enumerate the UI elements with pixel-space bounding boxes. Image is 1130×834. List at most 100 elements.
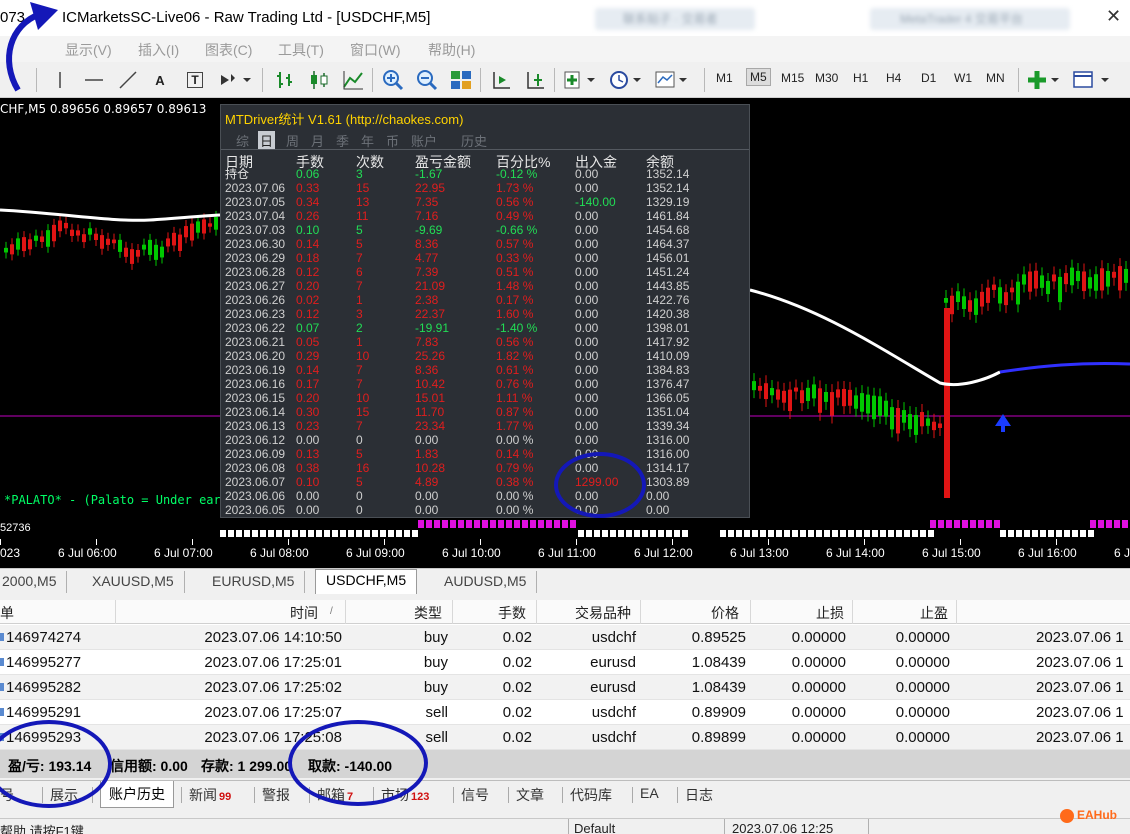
ribbon-block <box>954 520 960 528</box>
terminal-tab[interactable]: 邮箱 7 <box>317 785 353 805</box>
chart-tab-eurusd[interactable]: EURUSD,M5 <box>202 571 306 593</box>
timeframe-h1[interactable]: H1 <box>853 71 868 85</box>
stats-cell-lots: 0.29 <box>296 349 320 363</box>
candle-body <box>1028 271 1032 292</box>
stats-cell-lots: 0.07 <box>296 321 320 335</box>
text-label-tool-icon[interactable]: T <box>184 68 206 92</box>
candle-body <box>932 421 936 431</box>
stats-cell-date: 2023.06.14 <box>225 405 286 419</box>
stats-tab-account[interactable]: 账户 <box>411 131 437 150</box>
terminal-tab[interactable]: 代码库 <box>570 785 612 805</box>
col-lots[interactable]: 手数 <box>498 603 526 623</box>
terminal-tab[interactable]: 新闻 99 <box>189 785 231 805</box>
column-divider <box>345 600 346 624</box>
arrows-tool-icon[interactable] <box>216 68 252 92</box>
terminal-tab-label: 号 <box>0 787 14 803</box>
chart-tab-audusd[interactable]: AUDUSD,M5 <box>434 571 538 593</box>
table-row[interactable]: 146995277 2023.07.06 17:25:01 buy 0.02 eurus… <box>0 650 1130 675</box>
table-row[interactable]: 146995291 2023.07.06 17:25:07 sell 0.02 usdc… <box>0 700 1130 725</box>
stats-cell-pct: 1.11 % <box>496 391 533 405</box>
stats-cell-pct: 0.76 % <box>496 377 534 391</box>
stats-cell-pnl: -9.69 <box>415 223 443 237</box>
candle-body <box>998 287 1002 304</box>
tile-windows-icon[interactable] <box>448 68 474 92</box>
terminal-tab[interactable]: 号 <box>0 785 14 805</box>
tab-divider <box>373 787 374 803</box>
horizontal-line-tool-icon[interactable] <box>84 68 104 92</box>
terminal-tab[interactable]: EA <box>640 785 659 801</box>
stats-tab-summary[interactable]: 综 <box>236 131 249 150</box>
timeframe-w1[interactable]: W1 <box>954 71 972 85</box>
cell-lots: 0.02 <box>502 654 532 671</box>
periods-clock-icon[interactable] <box>608 68 644 92</box>
timeframe-d1[interactable]: D1 <box>921 71 936 85</box>
stats-tab-monthly[interactable]: 月 <box>311 131 324 150</box>
terminal-tab[interactable]: 市场 123 <box>381 785 429 805</box>
timeframe-mn[interactable]: MN <box>986 71 1005 85</box>
order-icon <box>0 633 4 641</box>
templates-icon[interactable] <box>654 68 690 92</box>
order-icon <box>0 708 4 716</box>
trendline-tool-icon[interactable] <box>117 68 139 92</box>
table-row[interactable]: 146995282 2023.07.06 17:25:02 buy 0.02 eurus… <box>0 675 1130 700</box>
timeframe-m15[interactable]: M15 <box>781 71 804 85</box>
col-type[interactable]: 类型 <box>414 603 442 623</box>
auto-scroll-icon[interactable] <box>488 68 514 92</box>
candle-body <box>800 390 804 404</box>
timeframe-m5[interactable]: M5 <box>746 68 771 86</box>
terminal-tab[interactable]: 文章 <box>516 785 544 805</box>
stats-tab-quarterly[interactable]: 季 <box>336 131 349 150</box>
tab-divider <box>42 787 43 803</box>
menu-insert[interactable]: 插入(I) <box>138 40 179 60</box>
menu-charts[interactable]: 图表(C) <box>205 40 252 60</box>
menu-tools[interactable]: 工具(T) <box>278 40 324 60</box>
time-axis-label: 6 Jul 16:00 <box>1018 546 1077 560</box>
stats-tab-history[interactable]: 历史 <box>461 131 487 150</box>
terminal-tab[interactable]: 警报 <box>262 785 290 805</box>
timeframe-h4[interactable]: H4 <box>886 71 901 85</box>
stats-cell-date: 2023.07.05 <box>225 195 286 209</box>
cell-tp: 0.00000 <box>895 654 950 671</box>
timeframe-m30[interactable]: M30 <box>815 71 838 85</box>
col-symbol[interactable]: 交易品种 <box>575 603 631 623</box>
terminal-tab[interactable]: 账户历史 <box>100 781 174 808</box>
col-ticket[interactable]: 单 <box>0 603 14 623</box>
bar-chart-icon[interactable] <box>272 68 298 92</box>
stats-cell-count: 15 <box>356 181 370 195</box>
new-order-icon[interactable] <box>1026 68 1062 92</box>
line-chart-icon[interactable] <box>340 68 366 92</box>
chart-tab-2000[interactable]: 2000,M5 <box>0 571 68 593</box>
chart-shift-icon[interactable] <box>522 68 548 92</box>
menu-window[interactable]: 窗口(W) <box>350 40 401 60</box>
candle-body <box>890 407 894 430</box>
col-sl[interactable]: 止损 <box>816 603 844 623</box>
col-tp[interactable]: 止盈 <box>920 603 948 623</box>
indicators-icon[interactable] <box>562 68 598 92</box>
stats-tab-weekly[interactable]: 周 <box>286 131 299 150</box>
cell-close-time: 2023.07.06 1 <box>1036 679 1124 696</box>
stats-cell-bal: 1376.47 <box>646 377 690 391</box>
terminal-tab[interactable]: 展示 <box>50 785 78 805</box>
profiles-icon[interactable] <box>1072 68 1112 92</box>
table-row[interactable]: 146995293 2023.07.06 17:25:08 sell 0.02 usdc… <box>0 725 1130 750</box>
close-icon[interactable]: ✕ <box>1106 6 1121 27</box>
col-time[interactable]: 时间 <box>290 603 318 623</box>
stats-cell-pnl: 0.00 <box>415 489 439 503</box>
stats-tab-yearly[interactable]: 年 <box>361 131 374 150</box>
stats-tab-currency[interactable]: 币 <box>386 131 399 150</box>
chart-tab-usdchf[interactable]: USDCHF,M5 <box>315 569 418 594</box>
terminal-tab[interactable]: 信号 <box>461 785 489 805</box>
terminal-tab[interactable]: 日志 <box>685 785 713 805</box>
chart-tab-xauusd[interactable]: XAUUSD,M5 <box>82 571 185 593</box>
table-row[interactable]: 146974274 2023.07.06 14:10:50 buy 0.02 usdch… <box>0 625 1130 650</box>
ribbon-block <box>1072 530 1078 537</box>
col-price[interactable]: 价格 <box>711 603 739 623</box>
blurred-browser-tab: MetaTrader 4 交易平台 <box>870 8 1070 30</box>
zoom-out-icon[interactable] <box>414 68 440 92</box>
timeframe-m1[interactable]: M1 <box>716 71 733 85</box>
zoom-in-icon[interactable] <box>380 68 406 92</box>
text-tool-icon[interactable]: A <box>150 68 170 92</box>
menu-help[interactable]: 帮助(H) <box>428 40 475 60</box>
stats-tab-daily[interactable]: 日 <box>258 131 276 150</box>
candlestick-chart-icon[interactable] <box>306 68 332 92</box>
